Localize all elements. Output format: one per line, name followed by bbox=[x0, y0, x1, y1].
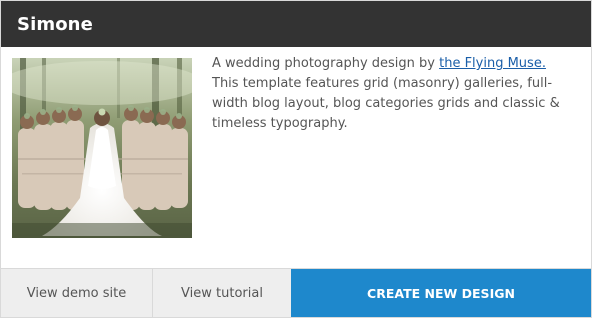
card-body: A wedding photography design by the Flyi… bbox=[1, 47, 591, 269]
card-header: Simone bbox=[1, 1, 591, 47]
flying-muse-link[interactable]: the Flying Muse. bbox=[439, 56, 546, 71]
design-description: A wedding photography design by the Flyi… bbox=[212, 54, 572, 134]
description-prefix: A wedding photography design by bbox=[212, 56, 440, 71]
card-actions: View demo site View tutorial CREATE NEW … bbox=[1, 268, 591, 317]
design-card: Simone A wedding photography design by t… bbox=[0, 0, 592, 318]
design-title: Simone bbox=[17, 13, 93, 35]
view-tutorial-button[interactable]: View tutorial bbox=[153, 269, 291, 317]
create-new-design-button[interactable]: CREATE NEW DESIGN bbox=[291, 269, 591, 317]
description-suffix: This template features grid (masonry) ga… bbox=[212, 76, 560, 131]
view-demo-site-button[interactable]: View demo site bbox=[1, 269, 153, 317]
design-thumbnail bbox=[12, 58, 192, 238]
